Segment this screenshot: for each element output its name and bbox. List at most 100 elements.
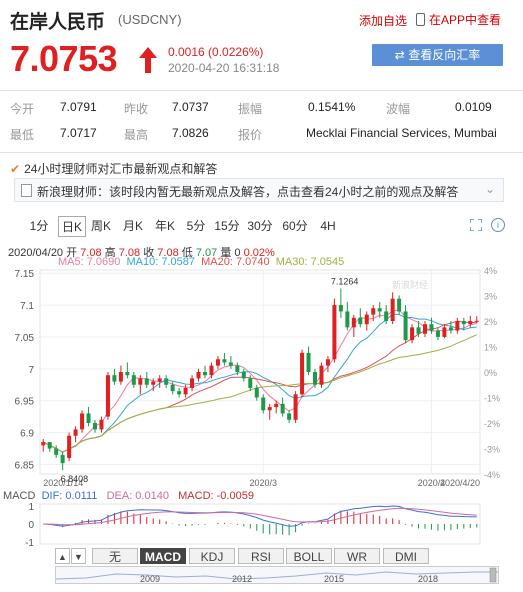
- candle-body: [338, 305, 343, 312]
- stat-value: 7.0826: [172, 126, 209, 140]
- candle-body: [364, 314, 369, 325]
- candle-body: [60, 454, 65, 464]
- scroll-up-button[interactable]: ▲: [55, 548, 70, 564]
- plot-frame: [39, 269, 481, 475]
- candle-body: [254, 387, 259, 398]
- candle-body: [144, 378, 149, 385]
- tab-7[interactable]: 30分: [244, 216, 276, 236]
- candle-body: [332, 305, 337, 360]
- pct-tick-label: -4%: [484, 470, 500, 480]
- candlestick-chart[interactable]: 7.15 7.1 7.05 7 6.95 6.9 6.85 4% 3% 2% 1% 0% -1% -2% -…: [0, 262, 523, 490]
- min-price-label: 6.8408: [61, 474, 89, 484]
- current-price: 7.0753: [10, 38, 118, 79]
- candle-body: [423, 324, 427, 334]
- max-price-label: 7.1264: [331, 276, 359, 286]
- tab-0[interactable]: 1分: [24, 216, 54, 236]
- indicator-button-macd[interactable]: MACD: [140, 548, 186, 564]
- y-tick-label: 7.15: [15, 269, 35, 280]
- pct-tick-label: -1%: [484, 394, 500, 404]
- stat-value: 7.0791: [60, 100, 97, 114]
- candle-body: [164, 378, 169, 385]
- stat-label: 今开: [10, 102, 35, 116]
- macd-frame: [39, 503, 481, 545]
- stat-value: 7.0737: [172, 100, 209, 114]
- candle-body: [93, 423, 97, 430]
- tab-8[interactable]: 60分: [278, 216, 312, 236]
- nav-year-label: 2018: [418, 574, 439, 584]
- candle-body: [267, 407, 272, 411]
- nav-year-label: 2012: [232, 574, 253, 584]
- candle-body: [435, 330, 440, 337]
- info-icon[interactable]: i: [491, 218, 505, 232]
- reverse-rate-label: 查看反向汇率: [408, 48, 481, 62]
- candle-body: [351, 317, 356, 328]
- candle-body: [384, 311, 389, 321]
- page-title: 在岸人民币: [10, 12, 106, 33]
- y-tick-label: 6.85: [15, 460, 35, 471]
- candle-body: [86, 413, 91, 423]
- tab-9[interactable]: 4H: [314, 216, 342, 236]
- stat-value: Mecklai Financial Services, Mumbai: [306, 126, 497, 140]
- add-favorite-link[interactable]: 添加自选: [359, 12, 407, 29]
- analyst-headline[interactable]: ✔ 24小时理财师对汇市最新观点和解答: [10, 160, 217, 177]
- macd-chart: 1 0 -1: [25, 502, 481, 548]
- nav-year-label: 2015: [324, 574, 345, 584]
- pct-tick-label: 1%: [484, 343, 497, 353]
- candle-body: [80, 413, 85, 430]
- checkmark-icon: ✔: [10, 162, 21, 176]
- analyst-headline-text: 24小时理财师对汇市最新观点和解答: [24, 162, 218, 176]
- candle-body: [41, 442, 46, 446]
- phone-icon: [416, 13, 425, 26]
- candle-body: [442, 327, 447, 337]
- stat-label: 昨收: [124, 102, 149, 116]
- candle-body: [215, 359, 220, 366]
- macd-y-label: -1: [25, 538, 34, 548]
- macd-y-label: 0: [28, 520, 34, 531]
- candle-body: [293, 394, 298, 420]
- reverse-rate-button[interactable]: ⇄ 查看反向汇率: [372, 44, 503, 66]
- price-change: 0.0016 (0.0226%): [168, 45, 264, 59]
- stat-label: 振幅: [238, 102, 263, 116]
- ohlc-date: 2020/04/20: [8, 247, 64, 259]
- indicator-button-kdj[interactable]: KDJ: [189, 548, 235, 564]
- stat-label: 波幅: [386, 102, 411, 116]
- candle-body: [190, 378, 195, 388]
- pct-tick-label: 0%: [484, 368, 497, 378]
- candle-body: [287, 413, 292, 420]
- indicator-button-rsi[interactable]: RSI: [238, 548, 284, 564]
- fullscreen-icon[interactable]: [470, 219, 482, 231]
- candle-body: [455, 321, 460, 331]
- nav-year-label: 2009: [140, 574, 161, 584]
- indicator-button-dmi[interactable]: DMI: [383, 548, 429, 564]
- chevron-down-icon[interactable]: ⌄: [485, 182, 495, 196]
- navigator-handle: [489, 567, 497, 583]
- analyst-message-box[interactable]: 新浪理财师：该时段内暂无最新观点及解答，点击查看24小时之前的观点及解答 ⌄: [14, 178, 504, 202]
- open-in-app-link[interactable]: 在APP中查看: [416, 11, 501, 28]
- indicator-button-wr[interactable]: WR: [334, 548, 380, 564]
- candle-body: [345, 311, 350, 328]
- open-in-app-label: 在APP中查看: [429, 13, 502, 27]
- candle-body: [177, 391, 182, 395]
- tab-2[interactable]: 周K: [86, 216, 116, 236]
- candle-body: [235, 365, 240, 372]
- candle-body: [47, 442, 52, 449]
- candle-body: [397, 298, 402, 312]
- tab-4[interactable]: 年K: [150, 216, 180, 236]
- stat-label: 最低: [10, 128, 35, 142]
- candle-body: [448, 327, 453, 331]
- candle-body: [261, 397, 266, 411]
- watermark-text: 新浪财经: [392, 279, 428, 290]
- candle-body: [358, 317, 363, 325]
- tab-3[interactable]: 月K: [118, 216, 148, 236]
- macd-y-label: 1: [28, 502, 34, 513]
- pct-tick-label: 3%: [484, 292, 497, 302]
- pct-tick-label: -3%: [484, 445, 500, 455]
- indicator-button-boll[interactable]: BOLL: [286, 548, 332, 564]
- analyst-message: 新浪理财师：该时段内暂无最新观点及解答，点击查看24小时之前的观点及解答: [37, 185, 459, 199]
- tab-1[interactable]: 日K: [58, 216, 86, 237]
- tab-5[interactable]: 5分: [182, 216, 210, 236]
- tab-6[interactable]: 15分: [212, 216, 242, 236]
- stat-value: 0.1541%: [308, 100, 356, 114]
- scroll-down-button[interactable]: ▼: [71, 548, 86, 564]
- indicator-button-无[interactable]: 无: [92, 548, 138, 564]
